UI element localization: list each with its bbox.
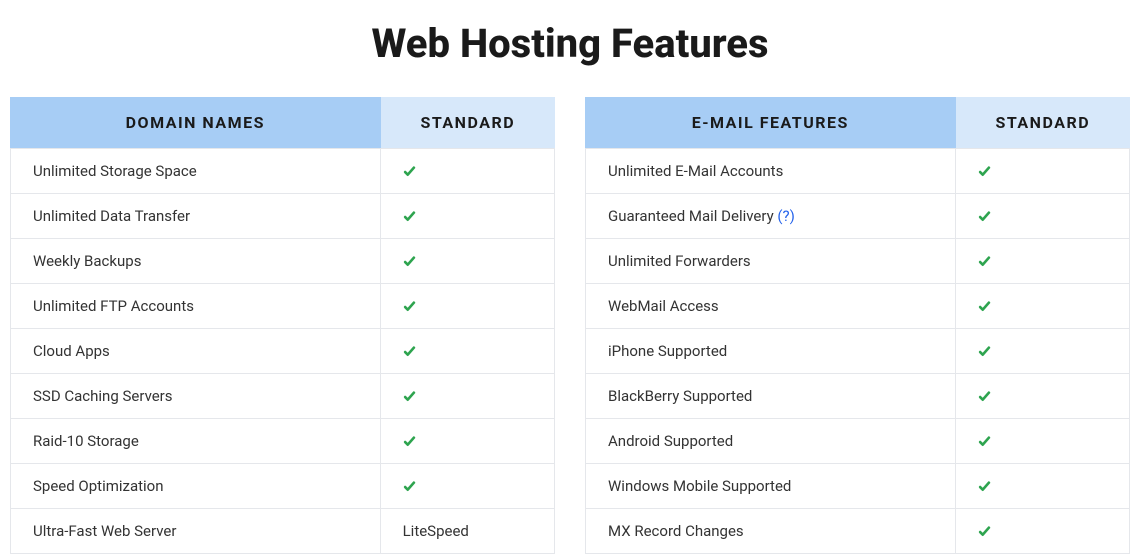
feature-value-cell — [381, 464, 555, 509]
feature-label: BlackBerry Supported — [608, 387, 752, 405]
check-icon — [403, 480, 417, 494]
check-icon — [403, 255, 417, 269]
table-row: Speed Optimization — [10, 464, 555, 509]
table-row: Unlimited FTP Accounts — [10, 284, 555, 329]
feature-label: Windows Mobile Supported — [608, 477, 791, 495]
table-row: WebMail Access — [585, 284, 1130, 329]
check-icon — [978, 300, 992, 314]
feature-value-cell — [381, 194, 555, 239]
page-title: Web Hosting Features — [0, 0, 1140, 97]
table-row: Windows Mobile Supported — [585, 464, 1130, 509]
feature-label-cell: Raid-10 Storage — [10, 419, 381, 464]
feature-value-cell — [956, 149, 1130, 194]
feature-label-cell: Speed Optimization — [10, 464, 381, 509]
feature-value-cell — [381, 239, 555, 284]
help-link[interactable]: (?) — [777, 207, 794, 225]
table-row: SSD Caching Servers — [10, 374, 555, 419]
feature-value-cell — [956, 464, 1130, 509]
feature-label-cell: Ultra-Fast Web Server — [10, 509, 381, 554]
feature-label: Cloud Apps — [33, 342, 110, 360]
column-header-plan: STANDARD — [381, 97, 555, 149]
check-icon — [978, 210, 992, 224]
check-icon — [978, 165, 992, 179]
feature-label-cell: SSD Caching Servers — [10, 374, 381, 419]
feature-label-cell: Unlimited E-Mail Accounts — [585, 149, 956, 194]
check-icon — [978, 255, 992, 269]
feature-label-cell: Weekly Backups — [10, 239, 381, 284]
feature-label: Android Supported — [608, 432, 733, 450]
check-icon — [978, 525, 992, 539]
check-icon — [403, 345, 417, 359]
feature-label: Unlimited Data Transfer — [33, 207, 190, 225]
check-icon — [403, 300, 417, 314]
feature-label: Raid-10 Storage — [33, 432, 139, 450]
feature-label: Guaranteed Mail Delivery — [608, 207, 774, 225]
column-header-feature: E-MAIL FEATURES — [585, 97, 956, 149]
check-icon — [403, 390, 417, 404]
feature-table: DOMAIN NAMESSTANDARD Unlimited Storage Sp… — [10, 97, 555, 554]
check-icon — [978, 345, 992, 359]
table-row: Ultra-Fast Web ServerLiteSpeed — [10, 509, 555, 554]
feature-value-cell: LiteSpeed — [381, 509, 555, 554]
check-icon — [403, 435, 417, 449]
feature-label-cell: Unlimited Storage Space — [10, 149, 381, 194]
feature-label-cell: Android Supported — [585, 419, 956, 464]
feature-label-cell: iPhone Supported — [585, 329, 956, 374]
table-row: BlackBerry Supported — [585, 374, 1130, 419]
feature-value-cell — [956, 509, 1130, 554]
feature-value-cell — [956, 419, 1130, 464]
feature-label-cell: Unlimited Forwarders — [585, 239, 956, 284]
feature-value-cell — [381, 149, 555, 194]
table-row: Unlimited E-Mail Accounts — [585, 149, 1130, 194]
table-row: Guaranteed Mail Delivery (?) — [585, 194, 1130, 239]
column-header-feature: DOMAIN NAMES — [10, 97, 381, 149]
feature-label-cell: Guaranteed Mail Delivery (?) — [585, 194, 956, 239]
feature-label-cell: BlackBerry Supported — [585, 374, 956, 419]
check-icon — [978, 435, 992, 449]
table-row: Unlimited Forwarders — [585, 239, 1130, 284]
tables-container: DOMAIN NAMESSTANDARDUnlimited Storage Sp… — [0, 97, 1140, 554]
feature-label-cell: WebMail Access — [585, 284, 956, 329]
feature-value-cell — [956, 374, 1130, 419]
feature-label: Unlimited E-Mail Accounts — [608, 162, 783, 180]
feature-label-cell: Cloud Apps — [10, 329, 381, 374]
feature-value-cell — [956, 194, 1130, 239]
feature-label-cell: MX Record Changes — [585, 509, 956, 554]
feature-table: E-MAIL FEATURESSTANDARD Unlimited E-Mail … — [585, 97, 1130, 554]
feature-label: SSD Caching Servers — [33, 387, 173, 405]
feature-label-cell: Unlimited FTP Accounts — [10, 284, 381, 329]
feature-value-cell — [956, 329, 1130, 374]
feature-label: Speed Optimization — [33, 477, 164, 495]
feature-value-cell — [381, 374, 555, 419]
feature-label: Unlimited Forwarders — [608, 252, 751, 270]
feature-label-cell: Windows Mobile Supported — [585, 464, 956, 509]
feature-label: WebMail Access — [608, 297, 719, 315]
feature-value-cell — [381, 329, 555, 374]
check-icon — [403, 210, 417, 224]
column-header-plan: STANDARD — [956, 97, 1130, 149]
table-row: Unlimited Storage Space — [10, 149, 555, 194]
table-row: Android Supported — [585, 419, 1130, 464]
check-icon — [978, 390, 992, 404]
feature-label: Unlimited Storage Space — [33, 162, 197, 180]
table-row: Raid-10 Storage — [10, 419, 555, 464]
check-icon — [403, 165, 417, 179]
feature-label: Weekly Backups — [33, 252, 141, 270]
feature-value-cell — [956, 239, 1130, 284]
feature-value-cell — [381, 419, 555, 464]
table-row: Cloud Apps — [10, 329, 555, 374]
check-icon — [978, 480, 992, 494]
feature-label: iPhone Supported — [608, 342, 727, 360]
feature-label: Unlimited FTP Accounts — [33, 297, 194, 315]
table-row: Weekly Backups — [10, 239, 555, 284]
feature-value-cell — [381, 284, 555, 329]
table-row: MX Record Changes — [585, 509, 1130, 554]
table-row: iPhone Supported — [585, 329, 1130, 374]
feature-value-cell — [956, 284, 1130, 329]
feature-label-cell: Unlimited Data Transfer — [10, 194, 381, 239]
table-row: Unlimited Data Transfer — [10, 194, 555, 239]
